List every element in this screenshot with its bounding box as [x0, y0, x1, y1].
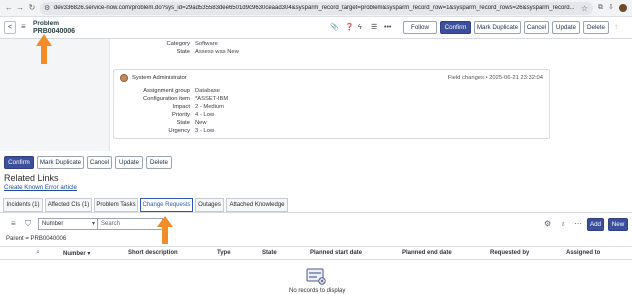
update-button[interactable]: Update: [552, 21, 580, 34]
left-panel: [0, 39, 110, 151]
reload-icon[interactable]: ↻: [27, 3, 37, 13]
field-label: State: [176, 49, 190, 55]
breadcrumb[interactable]: Parent = PRB0040006: [6, 236, 66, 242]
new-button[interactable]: New: [608, 218, 628, 231]
column-label: Number: [63, 251, 86, 257]
url-text: dev336826.service-now.com/problem.do?sys…: [54, 5, 574, 11]
create-known-error-link[interactable]: Create Known Error article: [4, 184, 77, 191]
field-value: Assess was New: [195, 49, 239, 55]
search-field-select[interactable]: Number ▾: [38, 218, 98, 230]
search-input[interactable]: Search: [97, 218, 163, 230]
back-button[interactable]: <: [4, 21, 16, 34]
tab-change-requests[interactable]: Change Requests: [140, 198, 193, 212]
downloads-icon[interactable]: ⇩: [608, 3, 614, 13]
filter-icon[interactable]: ⛉: [25, 219, 31, 229]
scroll-up-icon[interactable]: ↑: [614, 22, 618, 31]
more-options-icon[interactable]: ⋯: [574, 219, 582, 229]
select-value: Number: [42, 221, 64, 227]
address-bar[interactable]: ⚙ dev336826.service-now.com/problem.do?s…: [40, 2, 593, 15]
confirm-button[interactable]: Confirm: [440, 21, 471, 34]
bell-icon[interactable]: ♁: [560, 219, 566, 229]
field-value: Database: [195, 88, 220, 94]
column-header-planned-start[interactable]: Planned start date: [310, 250, 362, 256]
cancel-button[interactable]: Cancel: [524, 21, 549, 34]
activity-icon[interactable]: ϟ: [358, 23, 362, 33]
add-button[interactable]: Add: [587, 218, 604, 231]
column-header-short-description[interactable]: Short description: [128, 250, 178, 256]
empty-state-text: No records to display: [289, 288, 346, 294]
table-header: ⌕ Number ▾ Short description Type State …: [0, 246, 632, 260]
profile-avatar[interactable]: [619, 4, 627, 12]
attachment-icon[interactable]: 📎: [330, 23, 339, 33]
site-info-icon[interactable]: ⚙: [44, 4, 50, 12]
field-value: New: [195, 120, 207, 126]
no-records-icon: [306, 268, 326, 285]
tab-divider: [0, 212, 632, 213]
browser-back-icon[interactable]: ←: [4, 3, 14, 13]
field-label: Configuration item: [142, 96, 190, 102]
field-value: 3 - Low: [195, 128, 215, 134]
annotation-arrow-up-icon: [157, 216, 173, 244]
extensions-icon[interactable]: ⧉: [598, 3, 603, 13]
bottom-actions: Confirm Mark Duplicate Cancel Update Del…: [0, 151, 632, 176]
field-value: *ASSET-IBM: [195, 96, 229, 102]
annotation-arrow-up-icon: [36, 34, 52, 64]
confirm-button-bottom[interactable]: Confirm: [4, 156, 34, 169]
mark-duplicate-button-bottom[interactable]: Mark Duplicate: [37, 156, 84, 169]
tab-incidents[interactable]: Incidents (1): [3, 198, 43, 212]
field-label: Priority: [171, 112, 190, 118]
related-links-heading: Related Links: [4, 173, 59, 183]
browser-toolbar: ← → ↻ ⚙ dev336826.service-now.com/proble…: [0, 0, 632, 17]
tab-problem-tasks[interactable]: Problem Tasks: [94, 198, 138, 212]
activity-author: System Administrator: [132, 75, 187, 81]
delete-button[interactable]: Delete: [583, 21, 609, 34]
column-header-state[interactable]: State: [262, 250, 277, 256]
cancel-button-bottom[interactable]: Cancel: [87, 156, 112, 169]
activity-meta: Field changes • 2025-06-21 23:32:04: [447, 75, 543, 81]
column-header-type[interactable]: Type: [217, 250, 231, 256]
bookmark-star-icon[interactable]: ☆: [581, 4, 588, 13]
field-label: State: [176, 120, 190, 126]
update-button-bottom[interactable]: Update: [115, 156, 143, 169]
field-label: Category: [166, 41, 190, 47]
field-value: Software: [195, 41, 218, 47]
tab-outages[interactable]: Outages: [195, 198, 224, 212]
field-value: 2 - Medium: [195, 104, 224, 110]
column-header-planned-end[interactable]: Planned end date: [402, 250, 452, 256]
sort-down-icon: ▾: [87, 251, 91, 257]
browser-forward-icon[interactable]: →: [15, 3, 25, 13]
list-toolbar: ≡ ⛉ Number ▾ Search ⚙ ♁ ⋯ Add New: [0, 214, 632, 234]
field-label: Assignment group: [143, 88, 190, 94]
follow-button[interactable]: Follow: [403, 21, 437, 34]
help-icon[interactable]: ❓: [345, 23, 354, 33]
field-label: Urgency: [168, 128, 190, 134]
field-value: 4 - Low: [195, 112, 215, 118]
user-avatar-icon: [120, 74, 128, 82]
tab-attached-knowledge[interactable]: Attached Knowledge: [226, 198, 288, 212]
mark-duplicate-button[interactable]: Mark Duplicate: [474, 21, 521, 34]
form-header: < ≡ Problem PRB0040006 📎 ❓ ϟ ☰ ••• Follo…: [0, 17, 632, 39]
search-icon[interactable]: ⌕: [36, 249, 40, 257]
tab-affected-cis[interactable]: Affected CIs (1): [45, 198, 92, 212]
chevron-down-icon: ▾: [91, 221, 95, 227]
record-type: Problem: [33, 20, 60, 27]
more-options-icon[interactable]: •••: [384, 23, 391, 33]
delete-button-bottom[interactable]: Delete: [146, 156, 172, 169]
list-menu-icon[interactable]: ≡: [11, 219, 16, 229]
settings-icon[interactable]: ☰: [371, 23, 377, 33]
column-header-number[interactable]: Number ▾: [63, 250, 90, 257]
column-header-assigned-to[interactable]: Assigned to: [566, 250, 600, 256]
column-header-requested-by[interactable]: Requested by: [490, 250, 529, 256]
context-menu-icon[interactable]: ≡: [21, 22, 26, 32]
gear-icon[interactable]: ⚙: [544, 219, 551, 229]
field-label: Impact: [172, 104, 190, 110]
